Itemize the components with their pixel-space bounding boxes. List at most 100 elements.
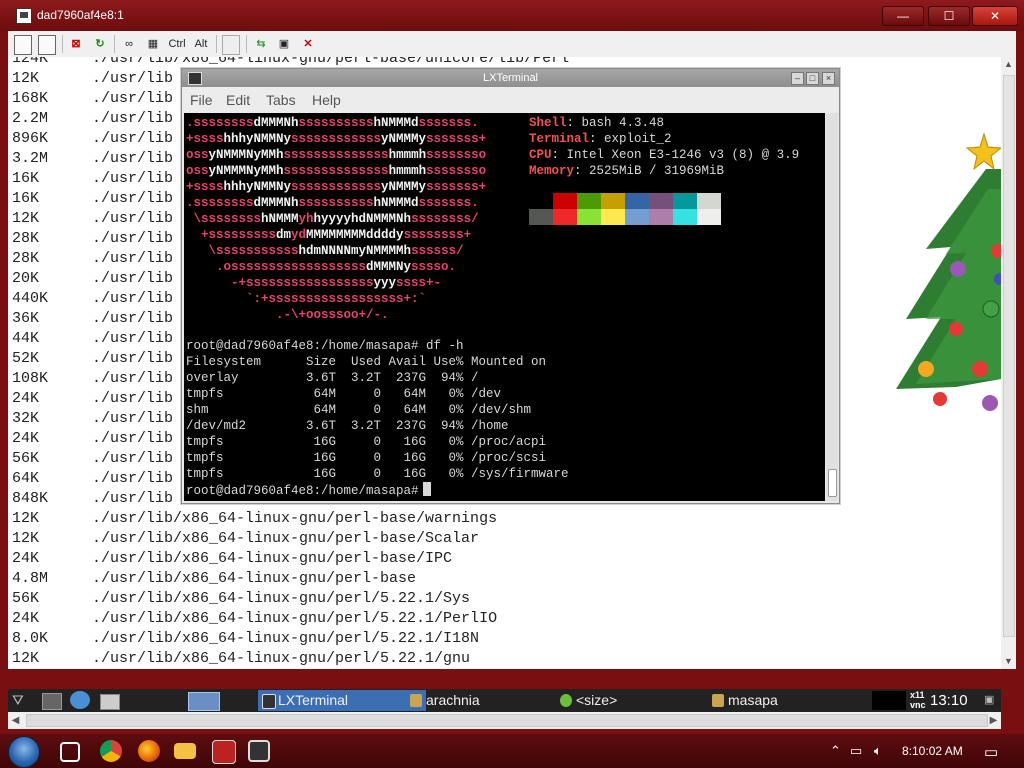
desktop-pager[interactable] bbox=[188, 692, 220, 711]
ascii-segment: yNMMMy bbox=[381, 180, 427, 194]
app-icon[interactable] bbox=[212, 740, 236, 764]
ascii-segment: +ssss bbox=[186, 180, 224, 194]
df-line: /dev/md2 3.6T 3.2T 237G 94% /home bbox=[186, 419, 509, 433]
ctrl-key-button[interactable]: Ctrl bbox=[166, 35, 188, 53]
vnc-titlebar[interactable]: dad7960af4e8:1 — ☐ ✕ bbox=[0, 0, 1024, 31]
menu-help[interactable]: Help bbox=[312, 92, 341, 108]
minimize-button[interactable]: — bbox=[882, 6, 924, 26]
du-path: ./usr/lib/x86_64-linux-gnu/perl/5.22.1/I… bbox=[92, 630, 480, 647]
lxterminal-titlebar[interactable]: LXTerminal – □ × bbox=[182, 69, 839, 87]
task-view-icon[interactable] bbox=[60, 742, 80, 762]
x11vnc-indicator[interactable]: x11 vnc bbox=[910, 690, 930, 711]
network-icon[interactable]: ▭ bbox=[850, 743, 862, 759]
save-icon[interactable]: ▣ bbox=[276, 35, 292, 53]
disconnect-icon[interactable]: ✕ bbox=[300, 35, 316, 53]
task-size[interactable]: <size> bbox=[556, 690, 724, 711]
terminal-scrollbar-thumb[interactable] bbox=[828, 469, 837, 497]
task-lxterminal[interactable]: LXTerminal bbox=[258, 690, 426, 711]
transfer-files-icon[interactable]: ⇆ bbox=[252, 35, 270, 53]
du-path: ./usr/lib/x86_64-linux-gnu/perl-base/IPC bbox=[92, 550, 453, 567]
show-desktop-icon[interactable] bbox=[42, 693, 62, 710]
vnc-vertical-scrollbar[interactable]: ▲ ▼ bbox=[1001, 57, 1016, 669]
panel-logout-icon[interactable]: ▣ bbox=[984, 691, 998, 710]
df-line: root@dad7960af4e8:/home/masapa# df -h bbox=[186, 339, 464, 353]
vnc-horizontal-scrollbar[interactable]: ◀ ▶ bbox=[8, 712, 1001, 729]
ascii-segment: +ssss bbox=[186, 132, 224, 146]
menu-tabs[interactable]: Tabs bbox=[266, 92, 296, 108]
close-button[interactable]: ✕ bbox=[972, 6, 1018, 26]
ascii-segment: MMMMMMMMddddy bbox=[306, 228, 404, 242]
task-masapa[interactable]: masapa bbox=[708, 690, 876, 711]
action-center-icon[interactable]: ▭ bbox=[984, 743, 998, 761]
fullscreen-icon[interactable]: ⊠ bbox=[68, 35, 84, 53]
start-button[interactable] bbox=[8, 736, 40, 768]
ascii-segment: sssssss+ bbox=[426, 132, 487, 146]
du-size: 64K bbox=[12, 470, 40, 487]
ascii-segment: \ssssssss bbox=[186, 212, 262, 226]
du-path: ./usr/lib bbox=[92, 290, 174, 307]
task-arachnia[interactable]: arachnia bbox=[406, 690, 574, 711]
ascii-segment: sssssss+ bbox=[426, 180, 487, 194]
vnc-viewer-taskbar-icon[interactable] bbox=[248, 740, 270, 762]
menu-edit[interactable]: Edit bbox=[226, 92, 250, 108]
du-path: ./usr/lib/x86_64-linux-gnu/perl-base/war… bbox=[92, 510, 498, 527]
du-path: ./usr/lib bbox=[92, 330, 174, 347]
panel-clock[interactable]: 13:10 bbox=[930, 691, 978, 710]
volume-icon[interactable]: 🔈︎ bbox=[874, 743, 882, 759]
du-path: ./usr/lib bbox=[92, 130, 174, 147]
vertical-scroll-thumb[interactable] bbox=[1003, 75, 1015, 637]
du-path: ./usr/lib bbox=[92, 470, 174, 487]
remote-desktop[interactable]: 124K ./usr/lib/x86_64-linux-gnu/perl-base… bbox=[8, 57, 1001, 669]
horizontal-scroll-thumb[interactable] bbox=[26, 714, 988, 727]
ascii-segment: hdmNNNNmyNMMMMh bbox=[298, 244, 412, 258]
du-line: 8.0K ./usr/lib/x86_64-linux-gnu/perl/5.22… bbox=[12, 629, 569, 649]
ascii-segment: yNMMMy bbox=[381, 132, 427, 146]
task-label: arachnia bbox=[426, 692, 480, 708]
ascii-segment: `:+ssssssssssssssssss+:` bbox=[186, 292, 427, 306]
scroll-down-arrow[interactable]: ▼ bbox=[1001, 654, 1016, 669]
vnc-toolbar: ⊠ ↻ ∞ ▦ Ctrl Alt ⇆ ▣ ✕ bbox=[8, 31, 1016, 58]
du-path: ./usr/lib bbox=[92, 230, 174, 247]
file-manager-icon[interactable] bbox=[70, 691, 90, 709]
lxde-menu-icon[interactable]: ⛛ bbox=[12, 691, 38, 710]
chrome-icon[interactable] bbox=[100, 740, 122, 762]
lxterminal-title: LXTerminal bbox=[482, 72, 539, 84]
du-size: 16K bbox=[12, 190, 40, 207]
du-size: 24K bbox=[12, 610, 40, 627]
du-path: ./usr/lib bbox=[92, 490, 174, 507]
du-path: ./usr/lib bbox=[92, 410, 174, 427]
alt-key-button[interactable]: Alt bbox=[192, 35, 210, 53]
color-swatch bbox=[673, 193, 697, 209]
system-clock[interactable]: 8:10:02 AM bbox=[902, 744, 963, 758]
du-line: 24K ./usr/lib/x86_64-linux-gnu/perl/5.22.… bbox=[12, 609, 569, 629]
file-explorer-icon[interactable] bbox=[174, 743, 196, 759]
connection-info-icon[interactable] bbox=[38, 35, 56, 55]
scroll-left-arrow[interactable]: ◀ bbox=[8, 713, 23, 728]
keyboard-icon[interactable]: ▦ bbox=[144, 35, 162, 53]
df-line: Filesystem Size Used Avail Use% Mounted … bbox=[186, 355, 547, 369]
clipboard-icon[interactable] bbox=[222, 35, 240, 55]
lxterminal-maximize-button[interactable]: □ bbox=[806, 72, 819, 85]
ascii-segment: hyyyyhdNMMMNh bbox=[313, 212, 412, 226]
maximize-button[interactable]: ☐ bbox=[928, 6, 970, 26]
lxterminal-minimize-button[interactable]: – bbox=[791, 72, 804, 85]
ascii-segment: -+sssssssssssssssss bbox=[186, 276, 374, 290]
options-icon[interactable] bbox=[14, 35, 32, 55]
scroll-up-arrow[interactable]: ▲ bbox=[1001, 57, 1016, 72]
du-size: 108K bbox=[12, 370, 49, 387]
lxterminal-window[interactable]: LXTerminal – □ × File Edit Tabs Help .ss… bbox=[181, 68, 840, 504]
color-swatch bbox=[529, 193, 553, 209]
scroll-right-arrow[interactable]: ▶ bbox=[986, 713, 1001, 728]
refresh-icon[interactable]: ↻ bbox=[92, 35, 108, 53]
shell-prompt: root@dad7960af4e8:/home/masapa# bbox=[186, 484, 419, 498]
df-line: tmpfs 16G 0 16G 0% /proc/acpi bbox=[186, 435, 547, 449]
show-hidden-icons-icon[interactable]: ⌃ bbox=[830, 743, 841, 759]
menu-file[interactable]: File bbox=[190, 92, 213, 108]
du-line: 56K ./usr/lib/x86_64-linux-gnu/perl/5.22.… bbox=[12, 589, 569, 609]
firefox-icon[interactable] bbox=[138, 740, 160, 762]
terminal-screen[interactable]: .ssssssssdMMMNhsssssssssshNMMMdsssssss. … bbox=[184, 113, 825, 501]
lxterminal-close-button[interactable]: × bbox=[822, 72, 835, 85]
window-list-icon[interactable] bbox=[100, 694, 120, 710]
terminal-scrollbar[interactable] bbox=[826, 113, 838, 501]
ctrl-alt-del-icon[interactable]: ∞ bbox=[120, 35, 138, 53]
